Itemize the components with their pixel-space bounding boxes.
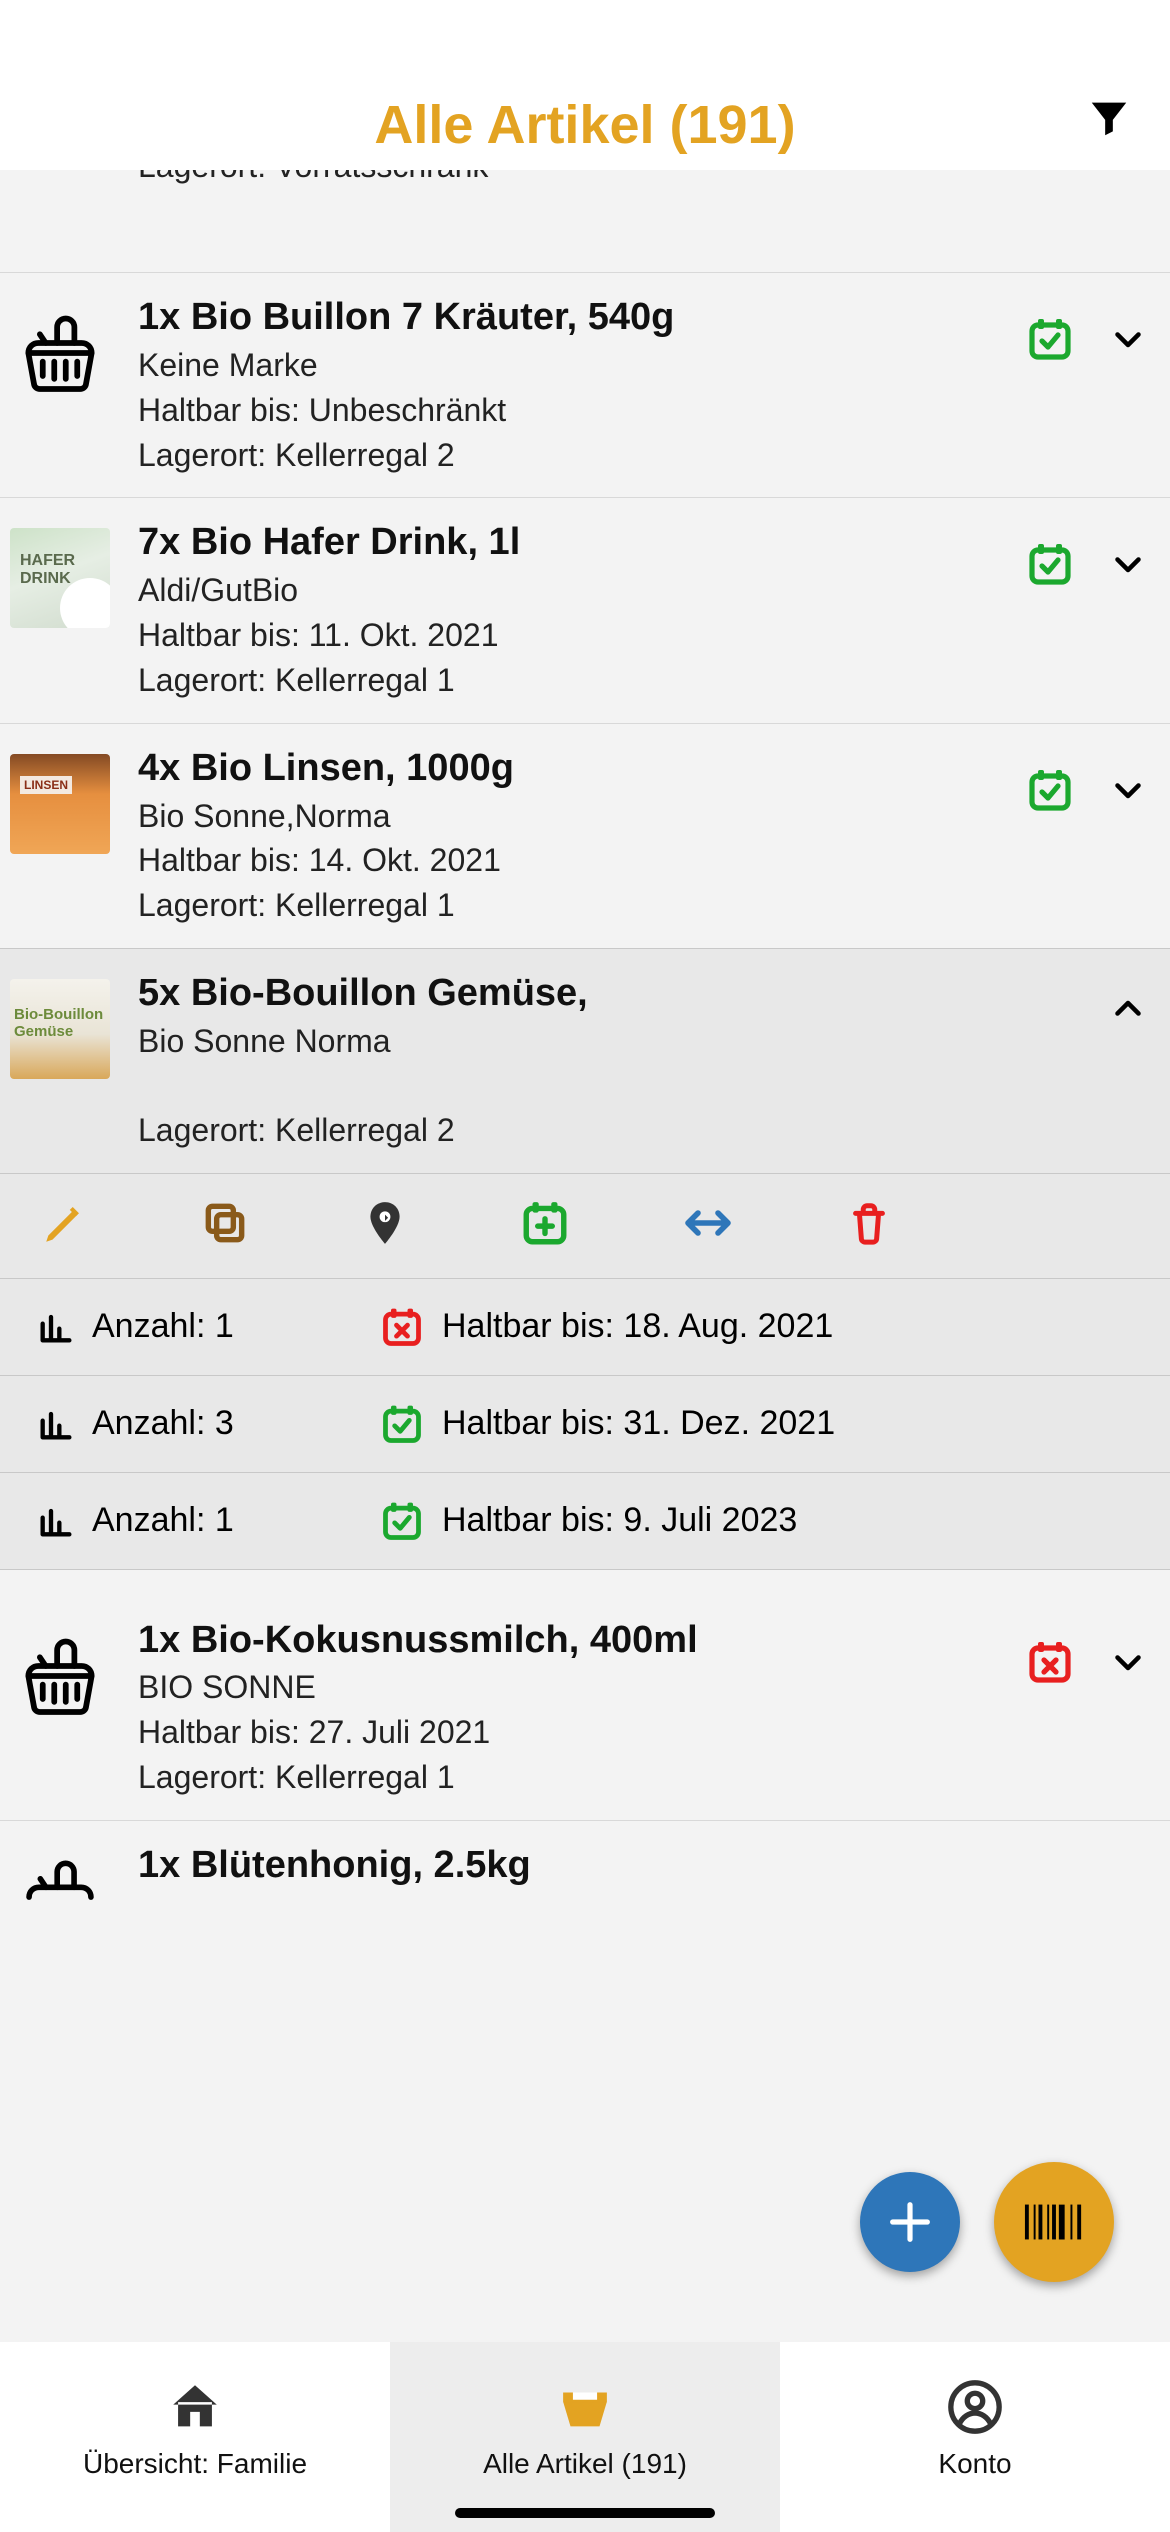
- basket-icon: [10, 1626, 110, 1726]
- add-date-button[interactable]: [520, 1198, 570, 1248]
- item-brand: Bio Sonne,Norma: [138, 796, 998, 837]
- stock-row[interactable]: Anzahl: 3 Haltbar bis: 31. Dez. 2021: [0, 1376, 1170, 1473]
- item-name: 7x Bio Hafer Drink, 1l: [138, 520, 998, 566]
- item-list[interactable]: Lagerort: Vorratsschrank 1x Bio Buillon …: [0, 170, 1170, 2342]
- duplicate-button[interactable]: [200, 1198, 250, 1248]
- nav-account-label: Konto: [938, 2448, 1011, 2480]
- chevron-up-icon[interactable]: [1110, 991, 1146, 1027]
- item-info: 1x Bio Buillon 7 Kräuter, 540g Keine Mar…: [138, 295, 998, 475]
- status-ok-icon: [1026, 766, 1074, 814]
- item-name: 1x Bio Buillon 7 Kräuter, 540g: [138, 295, 998, 341]
- bottom-nav: Übersicht: Familie Alle Artikel (191) Ko…: [0, 2342, 1170, 2532]
- stock-count-label: Anzahl: 3: [92, 1404, 234, 1443]
- item-expiry: Haltbar bis: 14. Okt. 2021: [138, 840, 998, 881]
- stock-count: Anzahl: 3: [36, 1404, 356, 1444]
- item-location: Lagerort: Kellerregal 1: [138, 660, 998, 701]
- basket-icon: [10, 1851, 110, 1901]
- item-info: 1x Bio-Kokusnussmilch, 400ml BIO SONNE H…: [138, 1618, 998, 1798]
- stock-row[interactable]: Anzahl: 1 Haltbar bis: 9. Juli 2023: [0, 1473, 1170, 1570]
- move-button[interactable]: [680, 1198, 736, 1248]
- status-ok-icon: [1026, 540, 1074, 588]
- stock-expiry: Haltbar bis: 31. Dez. 2021: [380, 1402, 835, 1446]
- item-photo: [10, 754, 110, 854]
- add-item-fab[interactable]: [860, 2172, 960, 2272]
- item-expiry: [138, 1066, 1082, 1106]
- list-item[interactable]: 7x Bio Hafer Drink, 1l Aldi/GutBio Haltb…: [0, 497, 1170, 722]
- stock-list: Anzahl: 1 Haltbar bis: 18. Aug. 2021 Anz…: [0, 1279, 1170, 1570]
- stock-count: Anzahl: 1: [36, 1307, 356, 1347]
- item-location: Lagerort: Kellerregal 1: [138, 885, 998, 926]
- stock-expiry: Haltbar bis: 9. Juli 2023: [380, 1499, 797, 1543]
- item-right: [1026, 295, 1150, 363]
- nav-all-items-label: Alle Artikel (191): [483, 2448, 687, 2480]
- list-item[interactable]: 1x Bio Buillon 7 Kräuter, 540g Keine Mar…: [0, 272, 1170, 497]
- item-info: Lagerort: Vorratsschrank: [138, 170, 1150, 187]
- item-thumbnail: [10, 170, 110, 250]
- item-info: 4x Bio Linsen, 1000g Bio Sonne,Norma Hal…: [138, 746, 998, 926]
- item-photo: [10, 528, 110, 628]
- item-name: 1x Bio-Kokusnussmilch, 400ml: [138, 1618, 998, 1664]
- item-location: Lagerort: Kellerregal 1: [138, 1757, 998, 1798]
- item-brand: Bio Sonne Norma: [138, 1021, 1082, 1062]
- chevron-down-icon[interactable]: [1110, 321, 1146, 357]
- stock-count-label: Anzahl: 1: [92, 1501, 234, 1540]
- status-expired-icon: [1026, 1638, 1074, 1686]
- header: Alle Artikel (191): [0, 0, 1170, 170]
- item-location: Lagerort: Vorratsschrank: [138, 170, 1150, 187]
- item-location: Lagerort: Kellerregal 2: [138, 435, 998, 476]
- item-name: 1x Blütenhonig, 2.5kg: [138, 1843, 1150, 1889]
- edit-button[interactable]: [40, 1198, 90, 1248]
- home-indicator: [455, 2508, 715, 2518]
- stock-count-label: Anzahl: 1: [92, 1307, 234, 1346]
- list-item[interactable]: Lagerort: Vorratsschrank: [0, 170, 1170, 272]
- list-item-expanded[interactable]: 5x Bio-Bouillon Gemüse, Bio Sonne Norma …: [0, 948, 1170, 1174]
- stock-row[interactable]: Anzahl: 1 Haltbar bis: 18. Aug. 2021: [0, 1279, 1170, 1376]
- item-action-row: [0, 1174, 1170, 1279]
- chevron-down-icon[interactable]: [1110, 546, 1146, 582]
- item-brand: BIO SONNE: [138, 1667, 998, 1708]
- item-brand: Aldi/GutBio: [138, 570, 998, 611]
- item-name: 4x Bio Linsen, 1000g: [138, 746, 998, 792]
- stock-expiry-label: Haltbar bis: 9. Juli 2023: [442, 1501, 797, 1540]
- item-expiry: Haltbar bis: Unbeschränkt: [138, 390, 998, 431]
- item-name: 5x Bio-Bouillon Gemüse,: [138, 971, 1082, 1017]
- list-item[interactable]: 4x Bio Linsen, 1000g Bio Sonne,Norma Hal…: [0, 723, 1170, 948]
- item-info: 7x Bio Hafer Drink, 1l Aldi/GutBio Haltb…: [138, 520, 998, 700]
- stock-expiry-label: Haltbar bis: 18. Aug. 2021: [442, 1307, 833, 1346]
- stock-count: Anzahl: 1: [36, 1501, 356, 1541]
- nav-overview[interactable]: Übersicht: Familie: [0, 2342, 390, 2532]
- location-button[interactable]: [360, 1198, 410, 1248]
- nav-account[interactable]: Konto: [780, 2342, 1170, 2532]
- item-brand: Keine Marke: [138, 345, 998, 386]
- chevron-down-icon[interactable]: [1110, 1644, 1146, 1680]
- page-title: Alle Artikel (191): [374, 94, 795, 156]
- basket-icon: [10, 303, 110, 403]
- item-expiry: Haltbar bis: 27. Juli 2021: [138, 1712, 998, 1753]
- nav-all-items[interactable]: Alle Artikel (191): [390, 2342, 780, 2532]
- nav-overview-label: Übersicht: Familie: [83, 2448, 307, 2480]
- stock-expiry: Haltbar bis: 18. Aug. 2021: [380, 1305, 833, 1349]
- item-right: [1110, 971, 1150, 1027]
- stock-expiry-label: Haltbar bis: 31. Dez. 2021: [442, 1404, 835, 1443]
- item-info: 5x Bio-Bouillon Gemüse, Bio Sonne Norma …: [138, 971, 1082, 1151]
- item-photo: [10, 979, 110, 1079]
- item-right: [1026, 520, 1150, 588]
- delete-button[interactable]: [846, 1198, 892, 1248]
- list-item[interactable]: 1x Blütenhonig, 2.5kg: [0, 1820, 1170, 1923]
- item-info: 1x Blütenhonig, 2.5kg: [138, 1843, 1150, 1889]
- filter-button[interactable]: [1086, 95, 1132, 141]
- item-right: [1026, 1618, 1150, 1686]
- item-expiry: Haltbar bis: 11. Okt. 2021: [138, 615, 998, 656]
- status-ok-icon: [1026, 315, 1074, 363]
- list-item[interactable]: 1x Bio-Kokusnussmilch, 400ml BIO SONNE H…: [0, 1596, 1170, 1820]
- item-location: Lagerort: Kellerregal 2: [138, 1110, 1082, 1151]
- scan-barcode-fab[interactable]: [994, 2162, 1114, 2282]
- item-right: [1026, 746, 1150, 814]
- chevron-down-icon[interactable]: [1110, 772, 1146, 808]
